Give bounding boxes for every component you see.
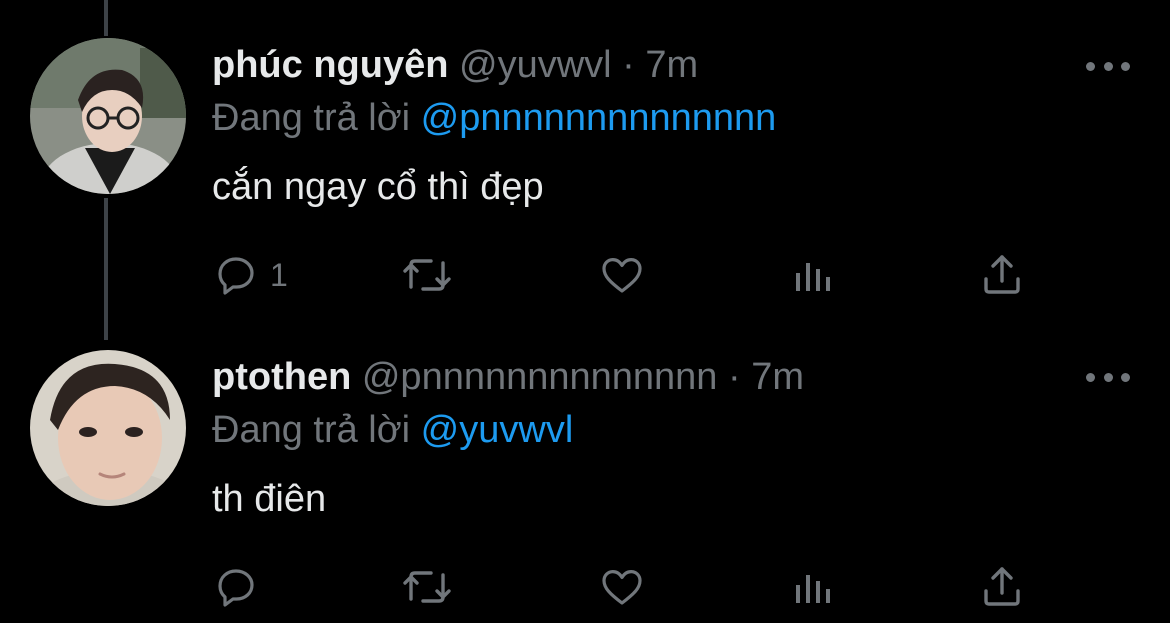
display-name[interactable]: ptothen: [212, 356, 351, 398]
avatar-image: [30, 38, 186, 194]
separator-dot: ·: [728, 356, 741, 398]
tweet-thread: phúc nguyên @yuvwvl · 7m Đang trả lời @p…: [0, 0, 1170, 623]
replying-to: Đang trả lời @yuvwvl: [212, 405, 573, 455]
views-button[interactable]: [788, 250, 836, 300]
views-icon: [796, 575, 830, 603]
replying-to: Đang trả lời @pnnnnnnnnnnnnnn: [212, 93, 776, 143]
avatar[interactable]: [30, 350, 186, 506]
replying-to-label: Đang trả lời: [212, 97, 411, 139]
reply-count: 1: [270, 256, 288, 293]
tweet-header: phúc nguyên @yuvwvl · 7m: [212, 40, 698, 90]
replying-to-label: Đang trả lời: [212, 409, 411, 451]
more-icon[interactable]: [1086, 56, 1130, 76]
timestamp[interactable]: 7m: [751, 356, 804, 398]
tweet-actions: [212, 562, 1062, 612]
handle[interactable]: @yuvwvl: [459, 44, 612, 86]
retweet-icon: [403, 259, 451, 291]
reply-mention-link[interactable]: @yuvwvl: [421, 409, 574, 451]
avatar[interactable]: [30, 38, 186, 194]
tweet-text: th điên: [212, 478, 327, 520]
reply-mention-link[interactable]: @pnnnnnnnnnnnnnn: [421, 97, 777, 139]
reply-button[interactable]: [212, 562, 270, 612]
timestamp[interactable]: 7m: [645, 44, 698, 86]
reply-icon: [218, 569, 254, 607]
tweet-actions: 1: [212, 250, 1062, 300]
like-icon: [602, 258, 642, 293]
views-icon: [796, 263, 830, 291]
views-button[interactable]: [788, 562, 836, 612]
tweet-text: cắn ngay cổ thì đẹp: [212, 166, 544, 208]
thread-line-connector: [104, 198, 108, 340]
tweet-header: ptothen @pnnnnnnnnnnnnnn · 7m: [212, 352, 804, 402]
share-icon: [984, 567, 1020, 606]
display-name[interactable]: phúc nguyên: [212, 44, 448, 86]
share-icon: [984, 255, 1020, 294]
retweet-button[interactable]: [400, 250, 454, 300]
reply-icon: [218, 257, 254, 295]
reply-button[interactable]: 1: [212, 250, 288, 300]
share-button[interactable]: [978, 562, 1026, 612]
like-icon: [602, 570, 642, 605]
like-button[interactable]: [598, 562, 646, 612]
retweet-button[interactable]: [400, 562, 454, 612]
avatar-image: [30, 350, 186, 506]
handle[interactable]: @pnnnnnnnnnnnnnn: [362, 356, 718, 398]
share-button[interactable]: [978, 250, 1026, 300]
retweet-icon: [403, 571, 451, 603]
like-button[interactable]: [598, 250, 646, 300]
thread-line-top: [104, 0, 108, 36]
separator-dot: ·: [622, 44, 635, 86]
more-icon[interactable]: [1086, 367, 1130, 387]
